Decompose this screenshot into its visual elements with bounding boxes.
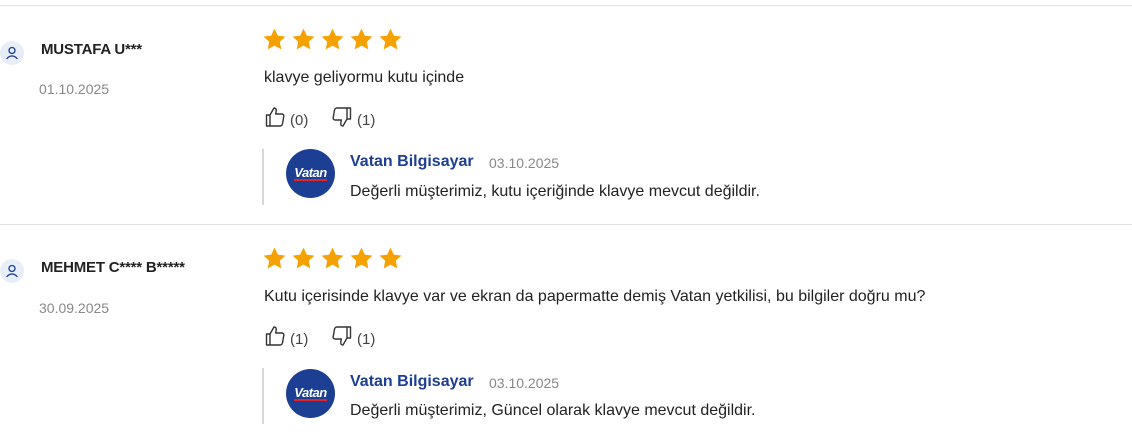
star-icon (379, 28, 402, 50)
like-count: (1) (290, 331, 309, 348)
seller-logo: Vatan (286, 149, 335, 198)
thumbs-up-icon (265, 107, 285, 127)
dislike-button[interactable]: (1) (330, 105, 375, 129)
review-item: MEHMET C**** B***** 30.09.2025 Kutu içer… (0, 225, 1132, 444)
user-avatar-icon (0, 41, 24, 65)
review-date: 30.09.2025 (39, 300, 110, 316)
dislike-count: (1) (357, 331, 376, 348)
like-button[interactable]: (0) (263, 105, 308, 129)
star-rating (262, 246, 403, 271)
star-icon (321, 247, 344, 269)
reply-date: 03.10.2025 (489, 375, 560, 391)
star-icon (379, 247, 402, 269)
dislike-button[interactable]: (1) (330, 324, 375, 348)
reply-text: Değerli müşterimiz, kutu içeriğinde klav… (350, 183, 760, 200)
review-item: MUSTAFA U*** 01.10.2025 klavye geliyormu… (0, 6, 1132, 225)
star-icon (350, 28, 373, 50)
reply-text: Değerli müşterimiz, Güncel olarak klavye… (350, 402, 756, 419)
seller-logo-text: Vatan (294, 165, 327, 181)
star-icon (263, 247, 286, 269)
seller-logo: Vatan (286, 369, 335, 418)
seller-reply-bar (262, 149, 264, 205)
star-rating (262, 27, 403, 52)
review-comment: Kutu içerisinde klavye var ve ekran da p… (264, 288, 926, 305)
star-icon (263, 28, 286, 50)
reply-date: 03.10.2025 (489, 155, 560, 171)
like-count: (0) (290, 112, 309, 129)
star-icon (350, 247, 373, 269)
seller-name: Vatan Bilgisayar (350, 153, 474, 170)
like-button[interactable]: (1) (263, 324, 308, 348)
thumbs-up-icon (265, 326, 285, 346)
review-date: 01.10.2025 (39, 81, 110, 97)
dislike-count: (1) (357, 112, 376, 129)
seller-reply-bar (262, 368, 264, 424)
review-username: MEHMET C**** B***** (41, 259, 185, 276)
seller-logo-text: Vatan (294, 385, 327, 401)
user-avatar-icon (0, 259, 24, 283)
star-icon (292, 28, 315, 50)
seller-name: Vatan Bilgisayar (350, 373, 474, 390)
star-icon (292, 247, 315, 269)
review-username: MUSTAFA U*** (41, 41, 142, 58)
thumbs-down-icon (332, 107, 352, 127)
star-icon (321, 28, 344, 50)
thumbs-down-icon (332, 326, 352, 346)
review-comment: klavye geliyormu kutu içinde (264, 69, 465, 86)
